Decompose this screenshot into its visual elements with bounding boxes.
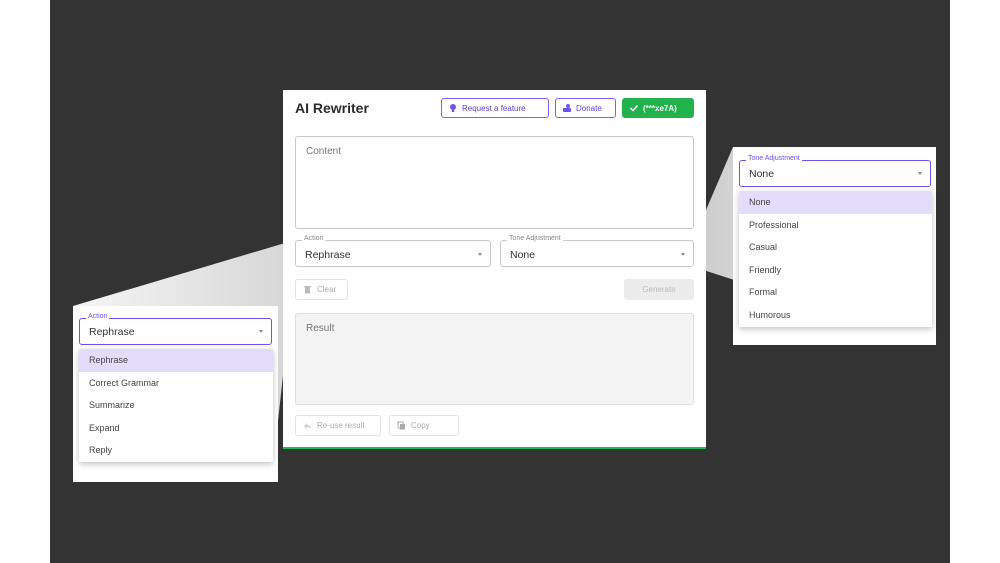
copy-icon xyxy=(397,421,405,430)
generate-label: Generate xyxy=(642,285,676,294)
tone-dropdown-callout: Tone Adjustment None None Professional C… xyxy=(733,147,936,345)
donate-icon xyxy=(563,104,571,112)
content-placeholder: Content xyxy=(306,146,342,157)
tone-option-humorous[interactable]: Humorous xyxy=(739,304,932,327)
tone-select[interactable]: Tone Adjustment None xyxy=(500,235,694,267)
copy-button[interactable]: Copy xyxy=(389,415,459,436)
action-select[interactable]: Action Rephrase xyxy=(295,235,491,267)
reuse-result-button[interactable]: Re-use result xyxy=(295,415,381,436)
tone-options-menu: None Professional Casual Friendly Formal… xyxy=(739,191,932,327)
action-popup-label: Action xyxy=(86,313,110,320)
trash-icon xyxy=(304,286,311,294)
donate-button[interactable]: Donate xyxy=(555,98,616,118)
tone-select-value: None xyxy=(510,249,536,261)
content-textarea[interactable]: Content xyxy=(295,136,694,229)
ai-rewriter-panel: AI Rewriter Request a feature Donate (**… xyxy=(283,90,706,449)
action-option-summarize[interactable]: Summarize xyxy=(79,394,273,417)
action-popup-value: Rephrase xyxy=(89,326,135,338)
tone-select-focused[interactable]: Tone Adjustment None xyxy=(739,155,931,187)
action-options-menu: Rephrase Correct Grammar Summarize Expan… xyxy=(79,349,273,462)
tone-option-none[interactable]: None xyxy=(739,191,932,214)
check-icon xyxy=(629,104,639,112)
generate-button[interactable]: Generate xyxy=(624,279,694,300)
caret-down-icon xyxy=(478,253,482,256)
caret-down-icon xyxy=(918,172,922,175)
tone-option-casual[interactable]: Casual xyxy=(739,236,932,259)
tone-popup-label: Tone Adjustment xyxy=(746,155,802,162)
action-dropdown-callout: Action Rephrase Rephrase Correct Grammar… xyxy=(73,306,278,482)
reply-arrow-icon xyxy=(304,423,311,429)
app-title: AI Rewriter xyxy=(295,100,369,116)
action-option-expand[interactable]: Expand xyxy=(79,417,273,440)
tone-option-friendly[interactable]: Friendly xyxy=(739,259,932,282)
result-textarea[interactable]: Result xyxy=(295,313,694,405)
tone-popup-value: None xyxy=(749,168,775,180)
request-feature-button[interactable]: Request a feature xyxy=(441,98,549,118)
clear-label: Clear xyxy=(317,285,337,294)
action-option-rephrase[interactable]: Rephrase xyxy=(79,349,273,372)
license-status-button[interactable]: (***xe7A) xyxy=(622,98,694,118)
action-select-focused[interactable]: Action Rephrase xyxy=(79,313,272,345)
action-option-reply[interactable]: Reply xyxy=(79,439,273,462)
reuse-result-label: Re-use result xyxy=(317,421,365,430)
action-select-label: Action xyxy=(302,235,326,242)
result-placeholder: Result xyxy=(306,323,335,334)
copy-label: Copy xyxy=(411,421,430,430)
action-option-correct-grammar[interactable]: Correct Grammar xyxy=(79,372,273,395)
lightbulb-icon xyxy=(450,104,456,112)
clear-button[interactable]: Clear xyxy=(295,279,348,300)
caret-down-icon xyxy=(681,253,685,256)
caret-down-icon xyxy=(259,330,263,333)
request-feature-label: Request a feature xyxy=(462,103,526,113)
tone-select-label: Tone Adjustment xyxy=(507,235,563,242)
tone-option-formal[interactable]: Formal xyxy=(739,281,932,304)
license-label: (***xe7A) xyxy=(643,103,677,113)
action-select-value: Rephrase xyxy=(305,249,351,261)
donate-label: Donate xyxy=(576,103,602,113)
tone-option-professional[interactable]: Professional xyxy=(739,214,932,237)
